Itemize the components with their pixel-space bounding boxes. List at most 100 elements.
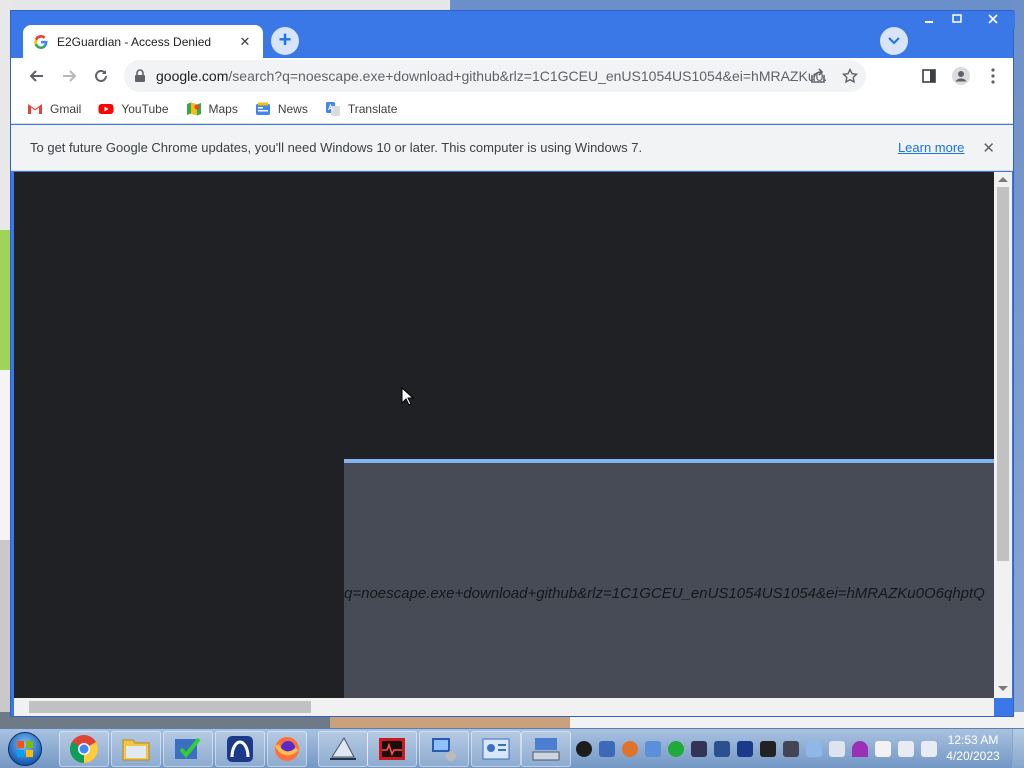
taskbar-firefox[interactable] [267,731,307,767]
reload-icon [95,69,107,82]
arrow-left-icon [29,70,43,82]
tray-drive-icon[interactable] [691,741,707,757]
taskbar-checker-app[interactable] [163,731,213,767]
show-desktop-button[interactable] [1012,729,1024,768]
learn-more-link[interactable]: Learn more [898,140,964,155]
close-window-button[interactable] [971,11,1015,29]
clock[interactable]: 12:53 AM 4/20/2023 [940,732,1006,764]
address-url[interactable]: google.com/search?q=noescape.exe+downloa… [156,68,826,84]
tray-volume-muted-icon[interactable] [921,741,937,757]
tab-strip: E2Guardian - Access Denied ✕ + [11,11,1015,58]
tray-shield-icon[interactable] [576,741,592,757]
blocked-url-text: q=noescape.exe+download+github&rlz=1C1GC… [344,585,985,602]
bookmark-news[interactable]: News [255,101,308,117]
side-panel-button[interactable] [913,60,945,92]
bookmark-translate[interactable]: Translate [325,101,397,117]
maximize-button[interactable] [943,11,971,29]
tab-search-button[interactable] [880,27,908,55]
clock-time: 12:53 AM [947,733,999,747]
checkmark-app-icon [175,737,201,759]
bookmark-gmail[interactable]: Gmail [27,101,81,117]
tab-title: E2Guardian - Access Denied [57,34,212,49]
start-button[interactable] [3,730,47,768]
tray-network-status-icon[interactable] [898,741,914,757]
bookmark-maps[interactable]: Maps [186,101,238,117]
back-button[interactable] [21,60,53,92]
tray-keyboard-icon[interactable] [760,741,776,757]
taskbar-explorer[interactable] [111,731,161,767]
minimize-icon [925,21,933,23]
tab-e2guardian[interactable]: E2Guardian - Access Denied ✕ [23,25,263,58]
taskbar-keyboard-app[interactable] [521,731,571,767]
gmail-icon [28,103,42,114]
scroll-down-arrow-icon[interactable] [998,686,1008,691]
horizontal-scrollbar[interactable] [14,698,994,716]
tray-display-icon[interactable] [645,741,661,757]
bookmark-youtube[interactable]: YouTube [98,101,169,117]
bookmark-label: Gmail [50,101,82,116]
keyboard-icon [532,738,560,761]
kebab-menu-icon [991,68,995,84]
close-icon [988,14,998,24]
update-infobar: To get future Google Chrome updates, you… [11,125,1013,171]
menu-button[interactable] [977,60,1009,92]
maps-icon [186,102,201,115]
chrome-window: E2Guardian - Access Denied ✕ + google.co… [10,10,1015,717]
tray-settings-icon[interactable] [783,741,799,757]
chrome-icon [70,735,98,763]
tray-flag-icon[interactable] [875,741,891,757]
system-tray [576,737,944,761]
page-content: q=noescape.exe+download+github&rlz=1C1GC… [14,172,994,698]
infobar-message: To get future Google Chrome updates, you… [30,140,643,155]
youtube-icon [98,103,114,114]
vertical-scrollbar[interactable] [994,172,1012,698]
url-host: google.com [156,68,229,84]
vertical-scroll-thumb[interactable] [997,187,1009,561]
lock-icon [135,69,145,82]
tray-monitor-icon[interactable] [714,741,730,757]
browser-toolbar: google.com/search?q=noescape.exe+downloa… [11,58,1013,94]
bookmark-star-button[interactable] [834,60,866,92]
taskbar-monitor-app[interactable] [367,731,417,767]
share-button[interactable] [802,60,834,92]
blocked-panel: q=noescape.exe+download+github&rlz=1C1GC… [344,459,994,698]
arch-app-icon [227,736,253,762]
taskbar-sail-app[interactable] [318,731,368,767]
maximize-icon [952,14,962,23]
profile-button[interactable] [945,60,977,92]
mouse-cursor-icon [401,387,415,406]
profile-icon [952,67,970,85]
tray-search-icon[interactable] [622,741,638,757]
address-bar[interactable]: google.com/search?q=noescape.exe+downloa… [124,60,866,92]
network-computer-icon [432,738,456,761]
firefox-icon [275,737,299,761]
taskbar-arch-app[interactable] [215,731,265,767]
tray-arch-icon[interactable] [737,741,753,757]
news-icon [255,102,270,115]
infobar-close-icon[interactable]: ✕ [982,139,995,157]
tray-gear-icon[interactable] [829,741,845,757]
tray-network-icon[interactable] [599,741,615,757]
tray-dropbox-icon[interactable] [806,741,822,757]
horizontal-scroll-thumb[interactable] [29,701,311,713]
share-icon [811,68,825,83]
google-icon [34,34,48,49]
taskbar-control-panel[interactable] [471,731,521,767]
window-controls [915,11,1015,29]
tab-close-icon[interactable]: ✕ [237,34,253,50]
bookmarks-bar: Gmail YouTube Maps News Translate [11,94,1013,124]
tray-update-icon[interactable] [668,741,684,757]
heartbeat-monitor-icon [379,738,405,760]
taskbar-network-app[interactable] [419,731,469,767]
tray-umbrella-icon[interactable] [852,741,868,757]
control-panel-icon [482,738,510,760]
forward-button[interactable] [53,60,85,92]
scroll-up-arrow-icon[interactable] [998,177,1008,182]
side-panel-icon [922,69,936,83]
minimize-button[interactable] [915,11,943,29]
reload-button[interactable] [85,60,117,92]
chevron-down-icon [888,37,900,45]
taskbar-chrome[interactable] [59,731,109,767]
new-tab-button[interactable]: + [271,27,299,55]
omnibox-actions [802,60,866,92]
